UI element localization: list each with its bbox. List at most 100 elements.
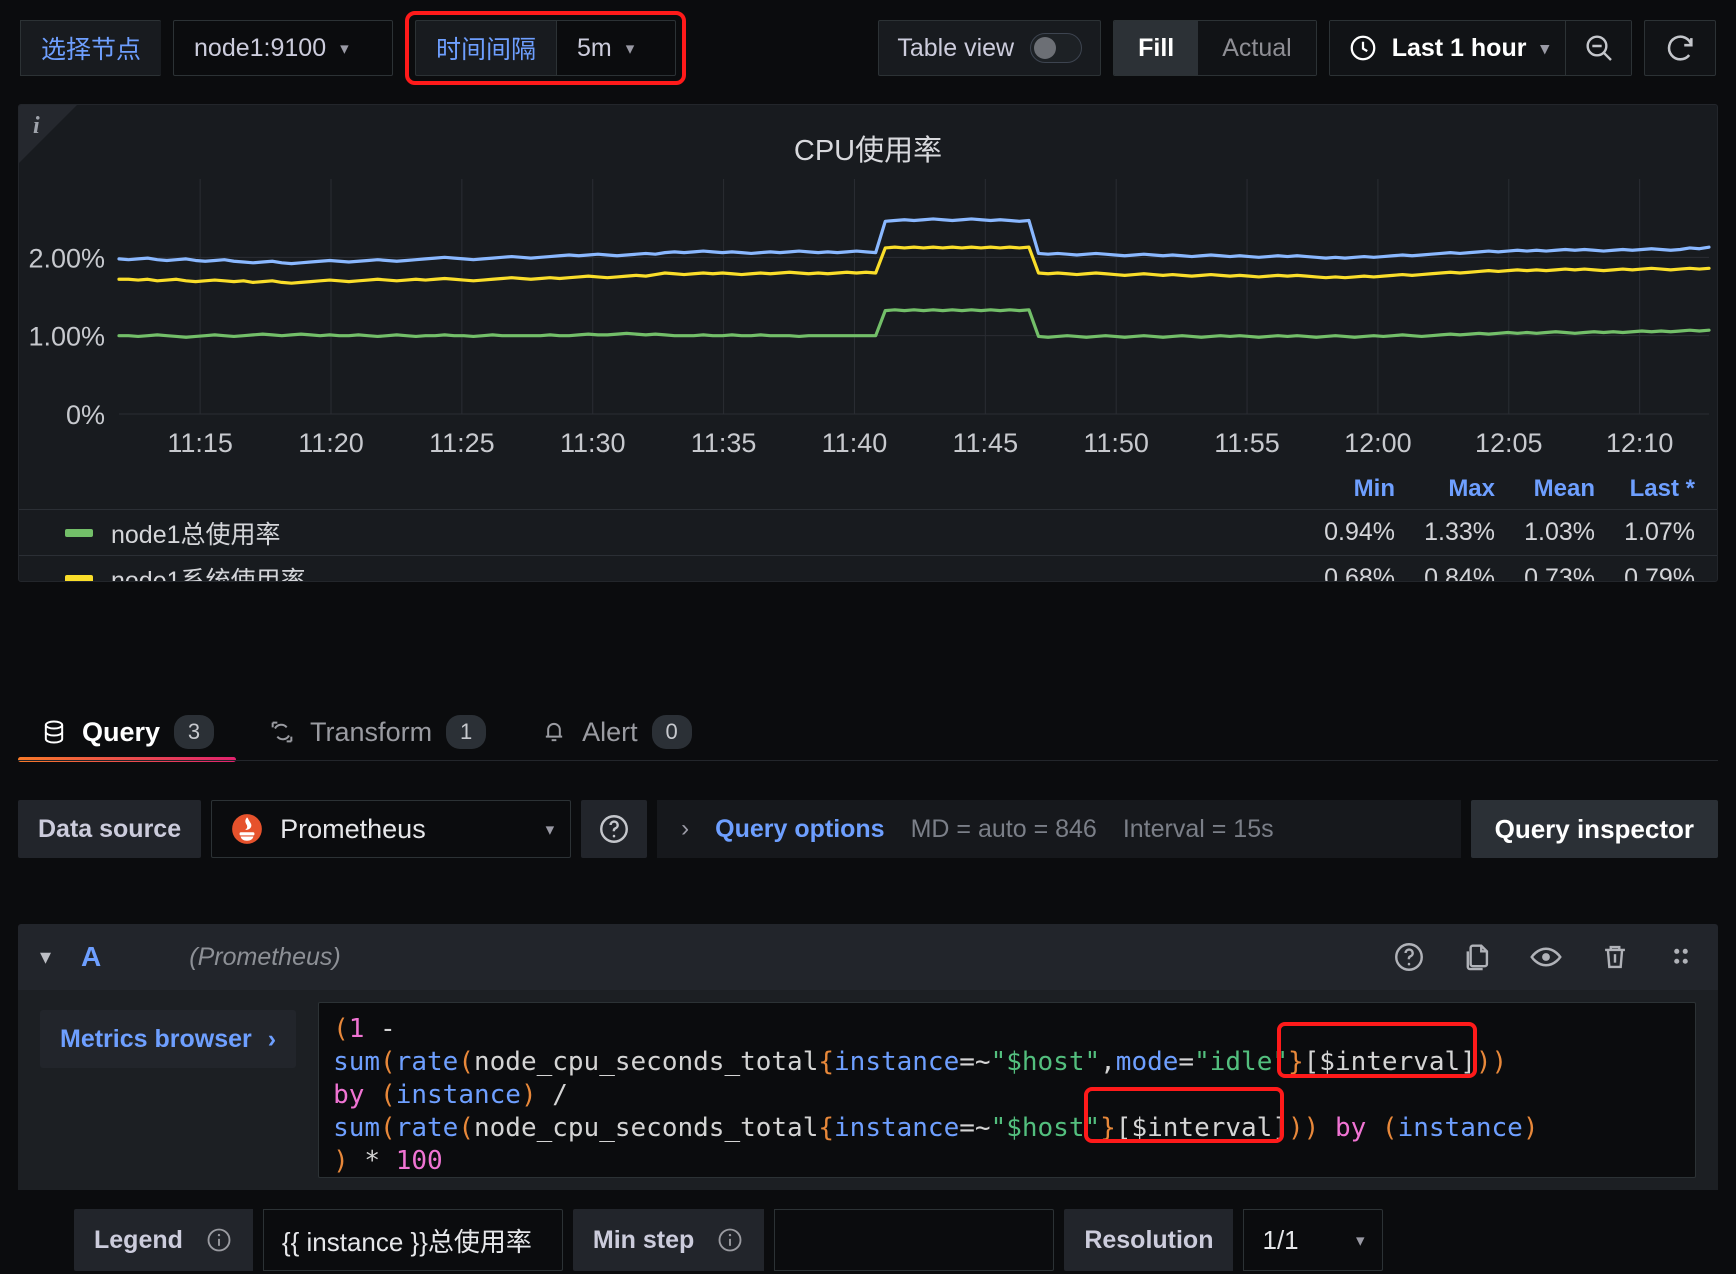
resolution-label-group: Resolution bbox=[1064, 1209, 1234, 1271]
tab-transform[interactable]: Transform 1 bbox=[246, 702, 508, 762]
svg-text:11:45: 11:45 bbox=[953, 428, 1019, 458]
grafana-panel-edit-screen: 选择节点 node1:9100 ▾ 时间间隔 5m ▾ Table view F… bbox=[0, 0, 1736, 1274]
node-variable-label: 选择节点 bbox=[20, 20, 162, 76]
time-range-picker[interactable]: Last 1 hour ▾ bbox=[1329, 21, 1565, 75]
drag-handle-icon[interactable] bbox=[1666, 940, 1696, 974]
legend-value-mean: 0.73% bbox=[1524, 564, 1595, 582]
legend-col-mean[interactable]: Mean bbox=[1495, 475, 1595, 503]
legend-value-min: 0.94% bbox=[1324, 518, 1395, 546]
promql-expression-editor[interactable]: (1 - sum(rate(node_cpu_seconds_total{ins… bbox=[318, 1002, 1696, 1178]
legend-value-min: 0.68% bbox=[1324, 564, 1395, 582]
legend-row[interactable]: node1总使用率 0.94% 1.33% 1.03% 1.07% bbox=[19, 509, 1717, 555]
max-data-points-text: MD = auto = 846 bbox=[910, 814, 1097, 843]
query-ref-id[interactable]: A bbox=[81, 941, 101, 973]
eye-icon[interactable] bbox=[1528, 939, 1564, 975]
chart-plot-area[interactable]: 2.00% 1.00% 0% 11:15 11:20 11:25 11:30 11:35 11:… bbox=[19, 169, 1717, 469]
resolution-select[interactable]: 1/1 ▾ bbox=[1243, 1209, 1384, 1271]
datasource-row: Data source Prometheus ▾ › Query options… bbox=[18, 800, 1718, 858]
info-circle-icon[interactable] bbox=[205, 1226, 233, 1254]
metrics-browser-button[interactable]: Metrics browser › bbox=[40, 1010, 297, 1068]
svg-text:11:30: 11:30 bbox=[560, 428, 626, 458]
svg-text:11:55: 11:55 bbox=[1214, 428, 1280, 458]
chevron-down-icon: ▾ bbox=[1355, 1230, 1365, 1250]
legend-series-name: node1总使用率 bbox=[111, 520, 281, 549]
legend-value-last: 0.79% bbox=[1624, 564, 1695, 582]
tab-transform-count: 1 bbox=[446, 715, 487, 749]
svg-text:11:15: 11:15 bbox=[167, 428, 233, 458]
chevron-down-icon[interactable]: ▾ bbox=[40, 944, 51, 970]
metrics-browser-label: Metrics browser bbox=[60, 1024, 252, 1053]
info-corner-icon: i bbox=[33, 113, 40, 139]
interval-text: Interval = 15s bbox=[1122, 814, 1274, 843]
min-step-label: Min step bbox=[592, 1225, 695, 1254]
svg-text:12:10: 12:10 bbox=[1606, 428, 1674, 458]
legend-format-input[interactable]: {{ instance }}总使用率 bbox=[262, 1209, 563, 1271]
chart-legend: Min Max Mean Last * node1总使用率 0.94% 1.33% 1… bbox=[19, 469, 1717, 582]
legend-color-swatch bbox=[65, 528, 93, 537]
legend-rows: node1总使用率 0.94% 1.33% 1.03% 1.07% node1系统使用率 0… bbox=[19, 509, 1717, 582]
toggle-switch[interactable] bbox=[1030, 33, 1083, 63]
legend-value-mean: 1.03% bbox=[1524, 518, 1595, 546]
legend-series-name: node1系统使用率 bbox=[111, 566, 306, 582]
duplicate-icon[interactable] bbox=[1460, 940, 1494, 974]
legend-label: Legend bbox=[94, 1225, 183, 1254]
interval-variable-highlight: 时间间隔 5m ▾ bbox=[405, 11, 687, 85]
svg-text:11:35: 11:35 bbox=[691, 428, 757, 458]
promql-code: (1 - sum(rate(node_cpu_seconds_total{ins… bbox=[333, 1014, 1539, 1176]
legend-row[interactable]: node1系统使用率 0.68% 0.84% 0.73% 0.79% bbox=[19, 555, 1717, 582]
chevron-right-icon: › bbox=[267, 1024, 277, 1053]
datasource-picker[interactable]: Prometheus ▾ bbox=[211, 800, 572, 858]
actual-button[interactable]: Actual bbox=[1198, 21, 1316, 75]
query-inspector-button[interactable]: Query inspector bbox=[1470, 800, 1718, 858]
query-options-label: Query options bbox=[715, 814, 885, 843]
datasource-help-button[interactable] bbox=[581, 800, 648, 858]
timeseries-chart: 2.00% 1.00% 0% 11:15 11:20 11:25 11:30 11:35 11:… bbox=[28, 179, 1711, 458]
info-circle-icon[interactable] bbox=[716, 1226, 744, 1254]
query-options[interactable]: › Query options MD = auto = 846 Interval… bbox=[657, 800, 1461, 858]
refresh-icon bbox=[1667, 35, 1693, 61]
tab-query[interactable]: Query 3 bbox=[18, 702, 237, 762]
tab-query-count: 3 bbox=[174, 715, 215, 749]
clock-icon bbox=[1350, 35, 1376, 61]
legend-header-row: Min Max Mean Last * bbox=[19, 469, 1717, 509]
refresh-button[interactable] bbox=[1644, 20, 1716, 76]
zoom-out-icon bbox=[1585, 35, 1612, 61]
trash-icon[interactable] bbox=[1598, 940, 1632, 974]
fill-button[interactable]: Fill bbox=[1114, 21, 1199, 75]
table-view-toggle[interactable]: Table view bbox=[878, 20, 1102, 76]
help-circle-icon[interactable] bbox=[1392, 940, 1426, 974]
interval-variable-select[interactable]: 5m ▾ bbox=[556, 20, 677, 76]
query-datasource-note: (Prometheus) bbox=[189, 942, 341, 971]
svg-text:12:00: 12:00 bbox=[1344, 428, 1412, 458]
resolution-value: 1/1 bbox=[1262, 1224, 1299, 1255]
database-icon bbox=[44, 720, 64, 744]
tab-alert-count: 0 bbox=[651, 715, 692, 749]
panel-info-corner[interactable] bbox=[19, 105, 77, 163]
svg-text:11:25: 11:25 bbox=[429, 428, 495, 458]
tabs-divider bbox=[18, 760, 1718, 761]
min-step-label-group: Min step bbox=[572, 1209, 765, 1271]
legend-col-max[interactable]: Max bbox=[1395, 475, 1495, 503]
svg-text:11:20: 11:20 bbox=[298, 428, 364, 458]
svg-text:2.00%: 2.00% bbox=[28, 243, 105, 273]
tab-transform-label: Transform bbox=[310, 716, 433, 747]
svg-text:11:40: 11:40 bbox=[822, 428, 888, 458]
tab-alert[interactable]: Alert 0 bbox=[518, 702, 714, 762]
chevron-down-icon: ▾ bbox=[625, 38, 635, 58]
legend-color-swatch bbox=[65, 574, 93, 581]
legend-value-max: 1.33% bbox=[1424, 518, 1495, 546]
legend-col-last[interactable]: Last * bbox=[1595, 475, 1695, 503]
help-circle-icon bbox=[600, 815, 629, 843]
node-variable-value: node1:9100 bbox=[194, 33, 327, 62]
fill-actual-segment: Fill Actual bbox=[1113, 20, 1317, 76]
query-editor-header: ▾ A (Prometheus) bbox=[18, 924, 1718, 990]
table-view-label: Table view bbox=[897, 33, 1015, 62]
chevron-down-icon: ▾ bbox=[340, 38, 349, 58]
legend-col-min[interactable]: Min bbox=[1295, 475, 1395, 503]
svg-text:0%: 0% bbox=[66, 400, 105, 430]
bell-icon bbox=[545, 722, 563, 742]
node-variable-select[interactable]: node1:9100 ▾ bbox=[173, 20, 394, 76]
zoom-out-button[interactable] bbox=[1565, 21, 1631, 75]
min-step-input[interactable] bbox=[774, 1209, 1055, 1271]
prometheus-logo-icon bbox=[232, 814, 262, 844]
